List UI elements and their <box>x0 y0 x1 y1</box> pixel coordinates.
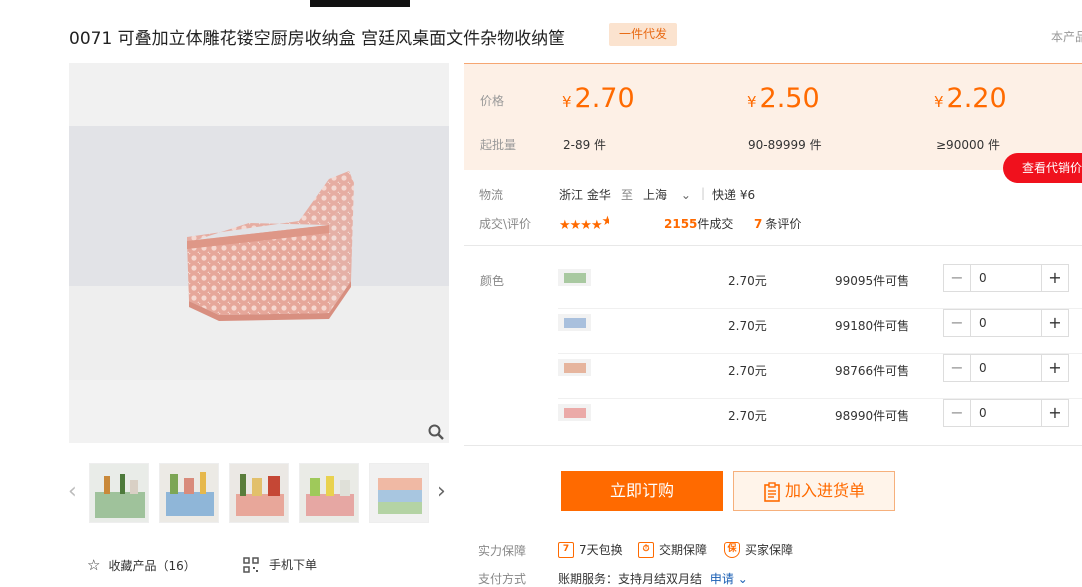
sku-stock: 99095件可售 <box>835 274 910 288</box>
quantity-input[interactable]: 0 <box>971 400 1041 426</box>
guarantee-item[interactable]: ⏱ 交期保障 <box>638 541 707 558</box>
basket-image <box>187 171 354 321</box>
quantity-stepper: − 0 + <box>943 264 1069 292</box>
tier-moq: ≥90000 件 <box>936 138 1001 152</box>
main-product-image[interactable] <box>69 63 449 443</box>
divider <box>464 245 1082 246</box>
tier-price: ¥2.70 <box>562 83 635 114</box>
delivery-guarantee-icon: ⏱ <box>638 541 654 558</box>
tier-moq: 90-89999 件 <box>748 138 822 152</box>
sku-price: 2.70元 <box>728 274 767 288</box>
minus-button[interactable]: − <box>944 310 971 336</box>
sku-stock: 98766件可售 <box>835 364 910 378</box>
price-panel: 价格 起批量 ¥2.70 2-89 件 ¥2.50 90-89999 件 ¥2.… <box>464 63 1082 170</box>
ship-from: 浙江 金华 <box>559 188 611 202</box>
mobile-order-label: 手机下单 <box>269 558 318 572</box>
thumbnail-strip <box>89 463 429 523</box>
thumbnail[interactable] <box>159 463 219 523</box>
chevron-down-icon: ⌄ <box>737 572 748 586</box>
tier-price: ¥2.20 <box>934 83 1007 114</box>
deals-count[interactable]: 2155件成交 <box>664 215 733 232</box>
buyer-protection-icon: 保 <box>724 541 740 558</box>
quantity-input[interactable]: 0 <box>971 265 1041 291</box>
sku-row: 2.70元 98990件可售 − 0 + <box>558 399 1082 444</box>
shipping-fee: 快递 ¥6 <box>712 188 756 202</box>
sku-row: 2.70元 99180件可售 − 0 + <box>558 309 1082 354</box>
quantity-stepper: − 0 + <box>943 309 1069 337</box>
agent-price-button[interactable]: 查看代销价 <box>1003 153 1082 183</box>
corner-text: 本产品 <box>1051 30 1082 44</box>
payment-text: 账期服务：支持月结双月结 申请 ⌄ <box>558 572 748 586</box>
quantity-input[interactable]: 0 <box>971 310 1041 336</box>
minus-button[interactable]: − <box>944 400 971 426</box>
mobile-order-button[interactable]: 手机下单 <box>243 556 317 573</box>
sku-thumbnail[interactable] <box>558 314 591 331</box>
sku-thumbnail[interactable] <box>558 404 591 421</box>
sku-color-label: 颜色 <box>480 274 505 288</box>
guarantee-item[interactable]: 7 7天包换 <box>558 541 623 558</box>
thumbnail[interactable] <box>369 463 429 523</box>
top-dark-bar <box>310 0 410 7</box>
sku-row: 2.70元 99095件可售 − 0 + <box>558 264 1082 309</box>
thumbnail[interactable] <box>299 463 359 523</box>
sku-row: 2.70元 98766件可售 − 0 + <box>558 354 1082 399</box>
sku-stock: 99180件可售 <box>835 319 910 333</box>
favorite-label: 收藏产品（16） <box>108 558 196 573</box>
sku-price: 2.70元 <box>728 364 767 378</box>
plus-button[interactable]: + <box>1041 355 1068 381</box>
star-outline-icon: ☆ <box>87 556 101 574</box>
ship-to-label: 至 <box>621 188 634 202</box>
guarantee-item[interactable]: 保 买家保障 <box>724 541 793 558</box>
moq-label: 起批量 <box>480 138 517 152</box>
seven-day-icon: 7 <box>558 541 574 558</box>
quantity-stepper: − 0 + <box>943 399 1069 427</box>
add-to-cart-label: 加入进货单 <box>784 481 865 500</box>
favorite-button[interactable]: ☆ 收藏产品（16） <box>87 556 196 574</box>
chevron-down-icon: ⌄ <box>680 188 691 202</box>
logistics-label: 物流 <box>479 188 504 202</box>
plus-button[interactable]: + <box>1041 265 1068 291</box>
quantity-stepper: − 0 + <box>943 354 1069 382</box>
ship-to-select[interactable]: 上海 ⌄ <box>643 186 691 203</box>
plus-button[interactable]: + <box>1041 310 1068 336</box>
zoom-icon[interactable] <box>427 423 445 441</box>
tier-price: ¥2.50 <box>747 83 820 114</box>
separator: | <box>701 186 706 200</box>
add-to-cart-button[interactable]: 加入进货单 <box>733 471 895 511</box>
apply-link[interactable]: 申请 <box>710 572 734 586</box>
thumb-next-icon[interactable]: › <box>437 480 446 504</box>
guarantee-label: 实力保障 <box>478 544 527 558</box>
clipboard-icon <box>764 481 780 502</box>
reviews-count[interactable]: 7 条评价 <box>754 215 801 232</box>
sku-thumbnail[interactable] <box>558 269 591 286</box>
payment-label: 支付方式 <box>478 572 527 586</box>
quantity-input[interactable]: 0 <box>971 355 1041 381</box>
minus-button[interactable]: − <box>944 265 971 291</box>
dropship-badge[interactable]: 一件代发 <box>609 23 678 46</box>
sku-price: 2.70元 <box>728 319 767 333</box>
qr-code-icon <box>243 556 259 573</box>
buy-now-button[interactable]: 立即订购 <box>561 471 723 511</box>
thumbnail[interactable] <box>89 463 149 523</box>
sales-label: 成交\评价 <box>479 217 532 231</box>
product-title: 0071 可叠加立体雕花镂空厨房收纳盒 宫廷风桌面文件杂物收纳筐 <box>69 29 566 49</box>
sku-price: 2.70元 <box>728 409 767 423</box>
price-label: 价格 <box>480 94 505 108</box>
rating-stars-icon: ★★★★★ <box>559 214 609 233</box>
thumbnail[interactable] <box>229 463 289 523</box>
tier-moq: 2-89 件 <box>563 138 607 152</box>
divider <box>464 445 1082 446</box>
minus-button[interactable]: − <box>944 355 971 381</box>
sku-stock: 98990件可售 <box>835 409 910 423</box>
plus-button[interactable]: + <box>1041 400 1068 426</box>
thumb-prev-icon[interactable]: ‹ <box>68 480 77 504</box>
sku-thumbnail[interactable] <box>558 359 591 376</box>
